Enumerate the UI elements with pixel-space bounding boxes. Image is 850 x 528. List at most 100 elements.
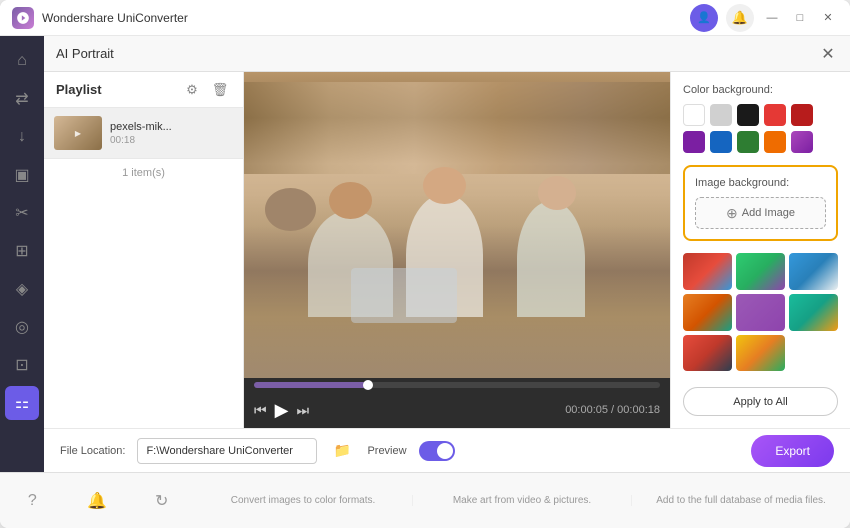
video-controls: ⏮ ▶ ⏭ 00:00:05 / 00:00:18: [244, 392, 670, 428]
panel-area: AI Portrait ✕ Playlist ⚙ 🗑: [44, 36, 850, 472]
background-thumbnails: [683, 253, 838, 371]
minimize-button[interactable]: —: [762, 8, 782, 28]
file-path-input[interactable]: [137, 438, 317, 464]
maximize-button[interactable]: □: [790, 8, 810, 28]
content-row: Playlist ⚙ 🗑 ▶ pexels-mi: [44, 72, 850, 428]
sidebar-item-apps[interactable]: ⚏: [5, 386, 39, 420]
playlist-icons: ⚙ 🗑: [181, 79, 231, 101]
play-button[interactable]: ▶: [275, 400, 289, 421]
list-item[interactable]: ▶ pexels-mik... 00:18: [44, 108, 243, 159]
playlist-panel: Playlist ⚙ 🗑 ▶ pexels-mi: [44, 72, 244, 428]
sidebar-item-merge[interactable]: ⊞: [5, 234, 39, 268]
preview-toggle[interactable]: [419, 441, 455, 461]
notification-icon[interactable]: 🔔: [726, 4, 754, 32]
bg-thumb-4[interactable]: [683, 294, 732, 331]
color-swatch-black[interactable]: [737, 104, 759, 126]
toggle-thumb: [437, 443, 453, 459]
apply-to-all-button[interactable]: Apply to All: [683, 387, 838, 416]
bottom-nav-add-metadata: Add to the full database of media files.: [631, 495, 850, 506]
playlist-header: Playlist ⚙ 🗑: [44, 72, 243, 108]
bottom-nav-bell[interactable]: 🔔: [65, 491, 130, 511]
bg-thumb-1[interactable]: [683, 253, 732, 290]
playlist-item-name: pexels-mik...: [110, 121, 233, 133]
bg-thumb-7[interactable]: [683, 335, 732, 372]
right-panel: Color background: Image: [670, 72, 850, 428]
sidebar-item-ai[interactable]: ◈: [5, 272, 39, 306]
bg-thumb-6[interactable]: [789, 294, 838, 331]
playlist-item-duration: 00:18: [110, 135, 233, 146]
app-title: Wondershare UniConverter: [42, 11, 690, 25]
playlist-title: Playlist: [56, 82, 181, 97]
refresh-icon: ↻: [155, 491, 168, 511]
image-background-section: Image background: ⊕ Add Image: [683, 165, 838, 241]
video-area: ⏮ ▶ ⏭ 00:00:05 / 00:00:18: [244, 72, 670, 428]
playlist-item-info: pexels-mik... 00:18: [110, 121, 233, 146]
progress-fill: [254, 382, 368, 388]
sidebar-item-face[interactable]: ◎: [5, 310, 39, 344]
color-swatch-orange[interactable]: [764, 131, 786, 153]
time-display: 00:00:05 / 00:00:18: [565, 404, 660, 416]
convert-formats-text: Convert images to color formats.: [231, 495, 376, 506]
add-image-text: Add Image: [742, 207, 795, 219]
video-scene: [244, 72, 670, 378]
app-window: Wondershare UniConverter 👤 🔔 — □ ✕ ⌂ ⇄ ↓…: [0, 0, 850, 528]
sidebar-item-convert[interactable]: ⇄: [5, 82, 39, 116]
next-button[interactable]: ⏭: [296, 402, 309, 419]
color-swatch-green[interactable]: [737, 131, 759, 153]
color-swatch-white[interactable]: [683, 104, 705, 126]
progress-thumb: [363, 380, 373, 390]
color-swatch-blue[interactable]: [710, 131, 732, 153]
color-swatch-red[interactable]: [764, 104, 786, 126]
plus-icon: ⊕: [726, 205, 738, 222]
close-button[interactable]: ✕: [818, 8, 838, 28]
main-content: ⌂ ⇄ ↓ ▣ ✂ ⊞ ◈ ◎ ⊡ ⚏ AI Portrait ✕ Pla: [0, 36, 850, 472]
export-button[interactable]: Export: [751, 435, 834, 467]
sidebar-item-tools[interactable]: ⊡: [5, 348, 39, 382]
add-metadata-text: Add to the full database of media files.: [656, 495, 826, 506]
video-player: [244, 72, 670, 378]
sidebar-item-screen[interactable]: ▣: [5, 158, 39, 192]
image-background-label: Image background:: [695, 177, 826, 189]
bottom-nav-make-from-video: Make art from video & pictures.: [412, 495, 631, 506]
ai-portrait-bar: AI Portrait ✕: [44, 36, 850, 72]
sidebar: ⌂ ⇄ ↓ ▣ ✂ ⊞ ◈ ◎ ⊡ ⚏: [0, 36, 44, 472]
playlist-delete-icon[interactable]: 🗑: [209, 79, 231, 101]
sidebar-item-home[interactable]: ⌂: [5, 44, 39, 78]
ai-portrait-close-button[interactable]: ✕: [818, 44, 838, 64]
browse-folder-button[interactable]: 📁: [329, 438, 355, 464]
color-swatch-darkred[interactable]: [791, 104, 813, 126]
color-swatch-lightgray[interactable]: [710, 104, 732, 126]
title-bar-controls: 👤 🔔 — □ ✕: [690, 4, 838, 32]
playlist-count: 1 item(s): [44, 159, 243, 187]
bottom-nav-question[interactable]: ?: [0, 492, 65, 510]
playlist-thumbnail: ▶: [54, 116, 102, 150]
bottom-nav: ? 🔔 ↻ Convert images to color formats. M…: [0, 472, 850, 528]
title-bar: Wondershare UniConverter 👤 🔔 — □ ✕: [0, 0, 850, 36]
bottom-bar: File Location: 📁 Preview Export: [44, 428, 850, 472]
bottom-nav-convert-formats: Convert images to color formats.: [194, 495, 412, 506]
add-image-button[interactable]: ⊕ Add Image: [695, 197, 826, 229]
color-swatch-gradient[interactable]: [791, 131, 813, 153]
thumb-placeholder: ▶: [54, 116, 102, 150]
bell-icon: 🔔: [87, 491, 107, 511]
ai-portrait-title: AI Portrait: [56, 46, 818, 61]
file-location-label: File Location:: [60, 445, 125, 457]
bg-thumb-8[interactable]: [736, 335, 785, 372]
color-background-label: Color background:: [683, 84, 838, 96]
question-icon: ?: [28, 492, 37, 510]
bg-thumb-3[interactable]: [789, 253, 838, 290]
sidebar-item-cut[interactable]: ✂: [5, 196, 39, 230]
preview-label: Preview: [367, 445, 406, 457]
bg-thumb-2[interactable]: [736, 253, 785, 290]
sidebar-item-download[interactable]: ↓: [5, 120, 39, 154]
bottom-nav-refresh[interactable]: ↻: [129, 491, 194, 511]
progress-bar[interactable]: [254, 382, 660, 388]
color-grid: [683, 104, 838, 153]
user-icon[interactable]: 👤: [690, 4, 718, 32]
bg-thumb-5[interactable]: [736, 294, 785, 331]
playlist-settings-icon[interactable]: ⚙: [181, 79, 203, 101]
color-swatch-purple[interactable]: [683, 131, 705, 153]
make-from-video-text: Make art from video & pictures.: [453, 495, 591, 506]
prev-button[interactable]: ⏮: [254, 402, 267, 419]
app-logo: [12, 7, 34, 29]
